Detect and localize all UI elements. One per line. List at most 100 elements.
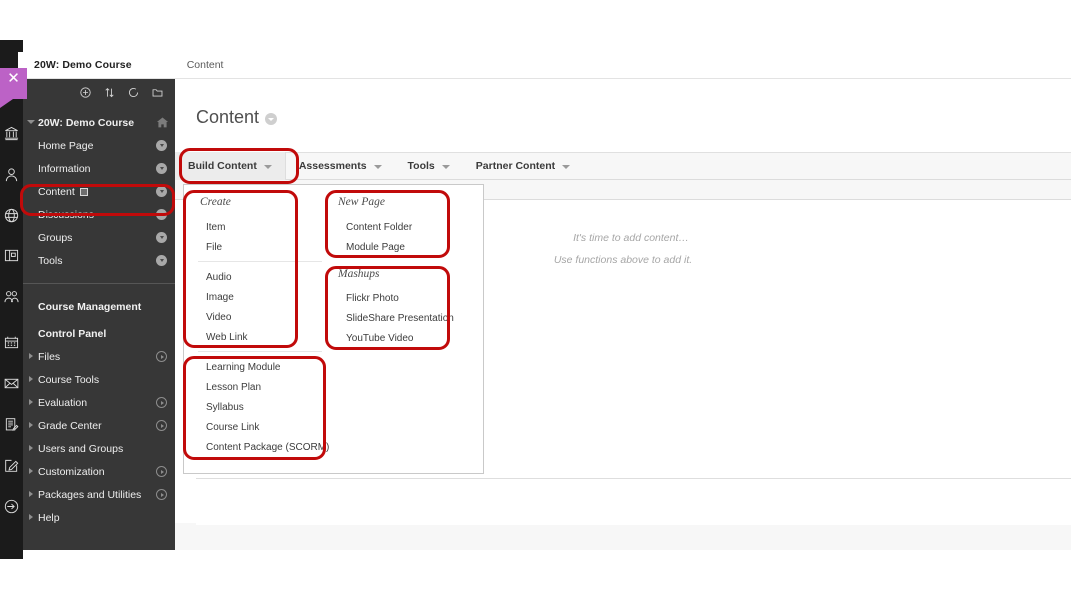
caret-right-icon (29, 490, 33, 497)
sidebar-item-customization[interactable]: Customization (23, 460, 175, 483)
pencil-square-icon[interactable] (0, 450, 23, 480)
dropdown-item-image[interactable]: Image (206, 288, 234, 308)
home-icon[interactable] (156, 116, 169, 134)
screen-badge-icon (79, 187, 88, 196)
sidebar-item-groups[interactable]: Groups (23, 226, 175, 249)
chevron-down-icon[interactable] (156, 186, 167, 197)
people-group-icon[interactable] (0, 281, 23, 311)
build-content-button[interactable]: Build Content (175, 152, 286, 180)
sidebar-item-information[interactable]: Information (23, 157, 175, 180)
breadcrumb-current[interactable]: Content (187, 59, 224, 71)
chevron-down-icon (373, 165, 382, 169)
chevron-down-icon[interactable] (156, 163, 167, 174)
chevron-down-icon[interactable] (156, 232, 167, 243)
course-menu-toolbar (23, 79, 175, 101)
chevron-down-icon[interactable] (156, 209, 167, 220)
close-icon: ✕ (7, 70, 20, 87)
sidebar-item-discussions[interactable]: Discussions (23, 203, 175, 226)
arrow-right-circle-icon[interactable] (156, 351, 167, 362)
sidebar-item-label: Packages and Utilities (38, 488, 142, 501)
tools-button[interactable]: Tools (395, 152, 463, 180)
dropdown-item-audio[interactable]: Audio (206, 268, 232, 288)
person-icon[interactable] (0, 159, 23, 189)
caret-right-icon (29, 444, 33, 451)
sidebar-item-label: Discussions (38, 208, 95, 221)
dropdown-group-mashups-title: Mashups (338, 268, 380, 280)
reorder-icon[interactable] (104, 87, 115, 98)
dropdown-item-syllabus[interactable]: Syllabus (206, 398, 244, 418)
dropdown-item-course-link[interactable]: Course Link (206, 418, 259, 438)
arrow-right-circle-icon[interactable] (156, 420, 167, 431)
chevron-down-icon (441, 165, 450, 169)
sidebar-item-label: Users and Groups (38, 442, 124, 455)
build-content-label: Build Content (188, 160, 257, 172)
chevron-down-icon (562, 165, 571, 169)
dropdown-item-slideshare-presentation[interactable]: SlideShare Presentation (346, 309, 454, 329)
dropdown-item-video[interactable]: Video (206, 308, 231, 328)
folder-view-icon[interactable] (152, 87, 163, 98)
sidebar-item-label: Customization (38, 465, 105, 478)
sidebar-item-label: Files (38, 350, 61, 363)
sidebar-item-label: Grade Center (38, 419, 102, 432)
sidebar-item-grade-center[interactable]: Grade Center (23, 414, 175, 437)
sidebar-item-help[interactable]: Help (23, 506, 175, 529)
logout-icon[interactable] (0, 491, 23, 521)
sidebar-item-packages-and-utilities[interactable]: Packages and Utilities (23, 483, 175, 506)
control-panel-heading[interactable]: Control Panel (23, 328, 175, 345)
dropdown-item-learning-module[interactable]: Learning Module (206, 358, 281, 378)
dropdown-item-file[interactable]: File (206, 238, 222, 258)
partner-content-label: Partner Content (475, 160, 556, 172)
sidebar-item-course-tools[interactable]: Course Tools (23, 368, 175, 391)
dropdown-item-item[interactable]: Item (206, 218, 225, 238)
dropdown-item-module-page[interactable]: Module Page (346, 238, 405, 258)
course-menu-list: 20W: Demo Course Home Page Information C… (23, 101, 175, 529)
caret-right-icon (29, 467, 33, 474)
sidebar-item-label: Information (38, 162, 91, 175)
dropdown-item-youtube-video[interactable]: YouTube Video (346, 329, 413, 349)
arrow-right-circle-icon[interactable] (156, 489, 167, 500)
chevron-down-icon[interactable] (156, 140, 167, 151)
refresh-icon[interactable] (128, 87, 139, 98)
sidebar-item-label: Tools (38, 254, 63, 267)
dropdown-item-lesson-plan[interactable]: Lesson Plan (206, 378, 261, 398)
sidebar-item-evaluation[interactable]: Evaluation (23, 391, 175, 414)
dropdown-item-flickr-photo[interactable]: Flickr Photo (346, 289, 399, 309)
globe-icon[interactable] (0, 200, 23, 230)
sidebar-item-label: Evaluation (38, 396, 88, 409)
sidebar-item-content[interactable]: Content (23, 180, 175, 203)
dropdown-item-content-package-scorm[interactable]: Content Package (SCORM) (206, 438, 329, 458)
calendar-icon[interactable] (0, 327, 23, 357)
sidebar-item-label: Course Tools (38, 373, 100, 386)
dropdown-group-new-page-title: New Page (338, 196, 385, 208)
page-title: Content (196, 107, 260, 127)
partner-content-button[interactable]: Partner Content (463, 152, 583, 180)
arrow-right-circle-icon[interactable] (156, 397, 167, 408)
control-panel-label: Control Panel (38, 328, 107, 340)
course-menu-course-title[interactable]: 20W: Demo Course (23, 111, 175, 134)
caret-down-icon (27, 120, 35, 124)
sidebar-item-tools[interactable]: Tools (23, 249, 175, 272)
assessments-button[interactable]: Assessments (286, 152, 395, 180)
add-item-icon[interactable] (80, 86, 91, 98)
sidebar-item-label: Groups (38, 231, 73, 244)
chevron-down-icon[interactable] (156, 255, 167, 266)
sidebar-item-files[interactable]: Files (23, 345, 175, 368)
content-bottom-panel (196, 478, 1071, 525)
course-menu: 20W: Demo Course Home Page Information C… (23, 79, 175, 550)
sidebar-item-users-and-groups[interactable]: Users and Groups (23, 437, 175, 460)
dropdown-item-content-folder[interactable]: Content Folder (346, 218, 412, 238)
panel-icon[interactable] (0, 240, 23, 270)
page-title-chevron-icon[interactable] (265, 113, 278, 125)
close-panel-button[interactable]: ✕ (0, 68, 27, 108)
sidebar-item-home-page[interactable]: Home Page (23, 134, 175, 157)
screenshot-root: ✕ 20W: Demo Course Content 20W: Demo Cou… (0, 0, 1071, 602)
action-bar: Build Content Assessments Tools Partner … (175, 152, 1071, 180)
document-edit-icon[interactable] (0, 409, 23, 439)
breadcrumb-course[interactable]: 20W: Demo Course (34, 59, 132, 71)
arrow-right-circle-icon[interactable] (156, 466, 167, 477)
institution-icon[interactable] (0, 118, 23, 148)
dropdown-item-web-link[interactable]: Web Link (206, 328, 248, 348)
page-title-wrap: Content (196, 107, 278, 128)
course-management-heading: Course Management (38, 301, 142, 313)
envelope-icon[interactable] (0, 368, 23, 398)
